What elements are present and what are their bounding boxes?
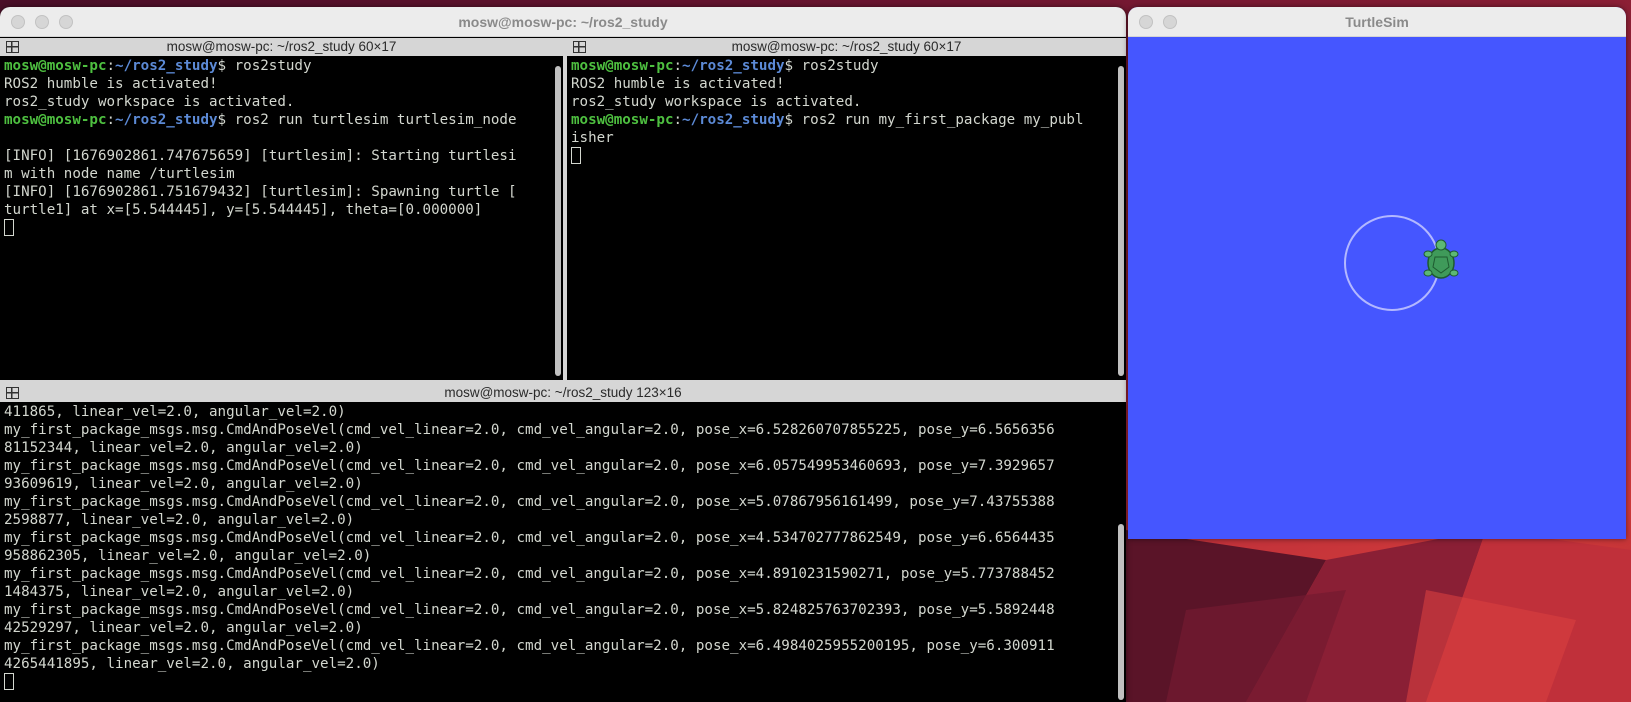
pane-header[interactable]: mosw@mosw-pc: ~/ros2_study 60×17 [567, 38, 1126, 56]
turtle-path [1344, 215, 1440, 311]
terminal-line: mosw@mosw-pc:~/ros2_study$ ros2 run turt… [4, 111, 559, 129]
prompt-user: mosw@mosw-pc [571, 58, 674, 74]
terminal-line: my_first_package_msgs.msg.CmdAndPoseVel(… [4, 602, 1055, 618]
terminal-grid-icon[interactable] [6, 387, 19, 399]
terminal-grid-icon[interactable] [573, 41, 586, 53]
turtlesim-canvas[interactable] [1128, 38, 1626, 539]
terminal-line: mosw@mosw-pc:~/ros2_study$ ros2study [4, 57, 559, 75]
pane-title: mosw@mosw-pc: ~/ros2_study 60×17 [166, 39, 397, 54]
turtlesim-window-title: TurtleSim [1345, 14, 1409, 30]
prompt-path: ~/ros2_study [682, 112, 785, 128]
terminal-line: mosw@mosw-pc:~/ros2_study$ ros2study [571, 57, 1122, 75]
turtlesim-drawing [1344, 215, 1459, 311]
prompt-user: mosw@mosw-pc [571, 112, 674, 128]
terminal-line: ROS2 humble is activated! [571, 76, 785, 92]
terminal-line: [INFO] [1676902861.747675659] [turtlesim… [4, 148, 517, 164]
prompt-user: mosw@mosw-pc [4, 112, 107, 128]
prompt-path: ~/ros2_study [115, 112, 218, 128]
pane-title: mosw@mosw-pc: ~/ros2_study 123×16 [444, 385, 682, 400]
prompt-separator: : [106, 58, 116, 74]
pane-title: mosw@mosw-pc: ~/ros2_study 60×17 [731, 39, 962, 54]
scrollbar[interactable] [1118, 524, 1124, 700]
terminal-cursor [571, 147, 581, 164]
terminal-line: 93609619, linear_vel=2.0, angular_vel=2.… [4, 476, 363, 492]
turtlesim-window[interactable]: TurtleSim [1128, 7, 1626, 539]
scrollbar[interactable] [1118, 66, 1124, 376]
terminal-window-title: mosw@mosw-pc: ~/ros2_study [458, 14, 668, 30]
terminal-line: 958862305, linear_vel=2.0, angular_vel=2… [4, 548, 372, 564]
terminal-line: my_first_package_msgs.msg.CmdAndPoseVel(… [4, 530, 1055, 546]
terminal-line: isher [571, 130, 614, 146]
turtle-icon [1423, 239, 1459, 279]
terminal-line: my_first_package_msgs.msg.CmdAndPoseVel(… [4, 494, 1055, 510]
prompt-separator: : [673, 112, 683, 128]
prompt-path: ~/ros2_study [115, 58, 218, 74]
prompt-user: mosw@mosw-pc [4, 58, 107, 74]
pane-header[interactable]: mosw@mosw-pc: ~/ros2_study 60×17 [0, 38, 563, 56]
terminal-line: ros2_study workspace is activated. [571, 94, 862, 110]
terminal-line: my_first_package_msgs.msg.CmdAndPoseVel(… [4, 458, 1055, 474]
terminal-titlebar[interactable]: mosw@mosw-pc: ~/ros2_study [0, 7, 1126, 37]
prompt-separator: : [106, 112, 116, 128]
terminal-grid-icon[interactable] [6, 41, 19, 53]
turtlesim-titlebar[interactable]: TurtleSim [1128, 7, 1626, 37]
terminal-cursor [4, 673, 14, 690]
scrollbar[interactable] [555, 66, 561, 376]
terminal-cursor [4, 219, 14, 236]
terminal-line: [INFO] [1676902861.751679432] [turtlesim… [4, 184, 517, 200]
prompt-command: $ ros2 run my_first_package my_publ [784, 112, 1084, 128]
terminal-line: 411865, linear_vel=2.0, angular_vel=2.0) [4, 404, 346, 420]
prompt-path: ~/ros2_study [682, 58, 785, 74]
terminal-line: ros2_study workspace is activated. [4, 94, 295, 110]
prompt-command: $ ros2study [217, 58, 312, 74]
terminal-line: 81152344, linear_vel=2.0, angular_vel=2.… [4, 440, 363, 456]
terminal-line: my_first_package_msgs.msg.CmdAndPoseVel(… [4, 422, 1055, 438]
desktop-wallpaper [1126, 530, 1631, 702]
terminal-pane-top-right[interactable]: mosw@mosw-pc: ~/ros2_study 60×17 mosw@mo… [567, 38, 1126, 380]
terminal-window[interactable]: mosw@mosw-pc: ~/ros2_study mosw@mosw-pc:… [0, 7, 1126, 702]
terminal-pane-top-left[interactable]: mosw@mosw-pc: ~/ros2_study 60×17 mosw@mo… [0, 38, 563, 380]
terminal-output[interactable]: mosw@mosw-pc:~/ros2_study$ ros2study ROS2… [567, 56, 1126, 166]
prompt-separator: : [673, 58, 683, 74]
terminal-line: 2598877, linear_vel=2.0, angular_vel=2.0… [4, 512, 355, 528]
terminal-line: 4265441895, linear_vel=2.0, angular_vel=… [4, 656, 380, 672]
terminal-line: mosw@mosw-pc:~/ros2_study$ ros2 run my_f… [571, 111, 1122, 129]
terminal-line: 1484375, linear_vel=2.0, angular_vel=2.0… [4, 584, 355, 600]
terminal-line: 42529297, linear_vel=2.0, angular_vel=2.… [4, 620, 363, 636]
pane-header[interactable]: mosw@mosw-pc: ~/ros2_study 123×16 [0, 384, 1126, 402]
prompt-command: $ ros2 run turtlesim turtlesim_node [217, 112, 517, 128]
terminal-pane-bottom[interactable]: mosw@mosw-pc: ~/ros2_study 123×16 411865… [0, 384, 1126, 702]
terminal-line: ROS2 humble is activated! [4, 76, 218, 92]
terminal-output[interactable]: mosw@mosw-pc:~/ros2_study$ ros2study ROS2… [0, 56, 563, 238]
terminal-line: m with node name /turtlesim [4, 166, 235, 182]
prompt-command: $ ros2study [784, 58, 879, 74]
terminal-output[interactable]: 411865, linear_vel=2.0, angular_vel=2.0)… [0, 402, 1126, 692]
terminal-line: my_first_package_msgs.msg.CmdAndPoseVel(… [4, 566, 1055, 582]
terminal-line: my_first_package_msgs.msg.CmdAndPoseVel(… [4, 638, 1055, 654]
terminal-line: turtle1] at x=[5.544445], y=[5.544445], … [4, 202, 483, 218]
